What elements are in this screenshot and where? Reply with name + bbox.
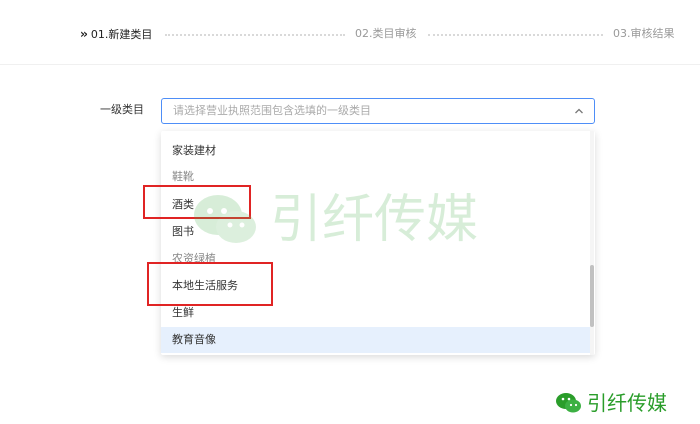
dropdown-option-local-services[interactable]: 本地生活服务	[161, 273, 591, 299]
step-divider-2	[428, 34, 603, 36]
dropdown-option-education-media[interactable]: 教育音像	[161, 327, 591, 353]
category-label: 一级类目	[100, 103, 144, 116]
dropdown-option-books[interactable]: 图书	[161, 219, 591, 245]
step-2-label: 02.类目审核	[355, 27, 417, 40]
chevron-up-icon[interactable]	[573, 105, 585, 117]
step-2: 02.类目审核	[355, 27, 417, 41]
step-divider-1	[165, 34, 345, 36]
watermark-small-text: 引纤传媒	[587, 391, 667, 415]
step-indicator: ›› 01.新建类目 02.类目审核 03.审核结果	[0, 0, 700, 65]
step-3: 03.审核结果	[613, 27, 675, 41]
category-dropdown: 家装建材 鞋靴 酒类 图书 农资绿植 本地生活服务 生鲜 教育音像	[161, 131, 595, 355]
step-1: ›› 01.新建类目	[80, 27, 152, 42]
dropdown-option-liquor[interactable]: 酒类	[161, 192, 591, 218]
dropdown-option-home-building[interactable]: 家装建材	[161, 138, 591, 164]
step-3-label: 03.审核结果	[613, 27, 675, 40]
category-select[interactable]: 请选择营业执照范围包含选填的一级类目	[161, 98, 595, 124]
wechat-icon	[556, 393, 581, 413]
dropdown-option-agri-plants[interactable]: 农资绿植	[161, 246, 591, 272]
category-select-placeholder: 请选择营业执照范围包含选填的一级类目	[173, 104, 371, 117]
page: ›› 01.新建类目 02.类目审核 03.审核结果 一级类目 请选择营业执照范围…	[0, 0, 700, 424]
step-1-label: 01.新建类目	[90, 28, 153, 41]
dropdown-option-shoes[interactable]: 鞋靴	[161, 164, 591, 190]
double-chevron-right-icon: ››	[80, 27, 88, 41]
dropdown-scrollbar-thumb[interactable]	[590, 265, 594, 327]
dropdown-option-fresh-food[interactable]: 生鲜	[161, 300, 591, 326]
